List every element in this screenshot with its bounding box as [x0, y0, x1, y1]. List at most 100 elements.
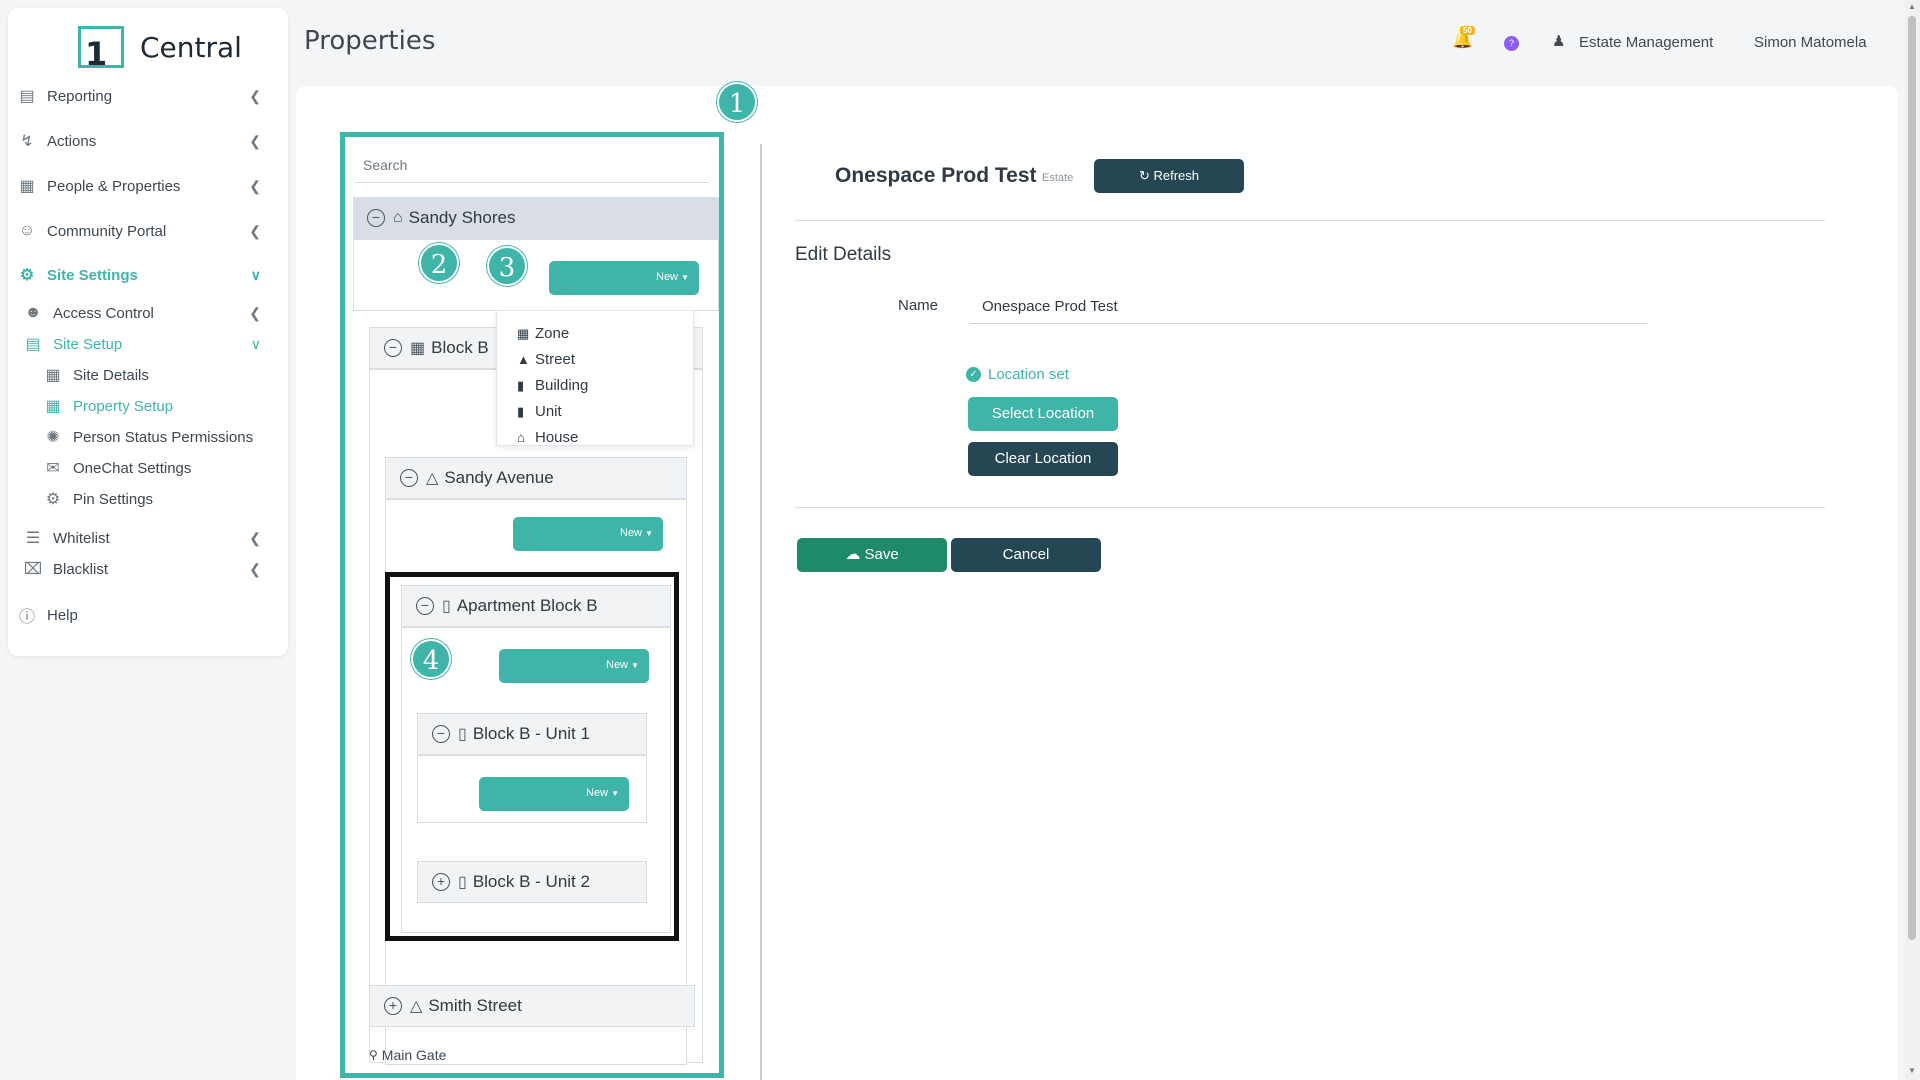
caret-down-icon: ▼ [645, 529, 653, 538]
menu-item-label: House [535, 429, 579, 446]
refresh-button[interactable]: ↻ Refresh [1094, 159, 1244, 193]
scroll-up-icon[interactable]: ▲ [1908, 2, 1916, 11]
check-circle-icon: ✓ [966, 367, 981, 382]
collapse-icon[interactable]: − [367, 209, 385, 227]
refresh-button-label: Refresh [1153, 168, 1200, 183]
sidebar-item-site-setup[interactable]: ▤ Site Setup ∨ [22, 331, 277, 357]
sidebar-item-label: Actions [47, 132, 97, 150]
callout-1: 1 [717, 82, 757, 122]
user-icon: ♟ [1552, 33, 1566, 50]
tree-node-sandy-avenue[interactable]: − △ Sandy Avenue [385, 457, 687, 499]
sidebar-item-label: Help [47, 606, 78, 624]
menu-item-label: Zone [535, 325, 570, 342]
menu-item-street[interactable]: ▲ Street [517, 351, 575, 368]
people-icon: ☺ [18, 222, 36, 239]
sidebar-item-community-portal[interactable]: ☺ Community Portal ❮ [16, 218, 271, 244]
menu-item-unit[interactable]: ▮ Unit [517, 403, 562, 420]
new-button[interactable]: New ▼ [513, 517, 663, 551]
sidebar-item-site-settings[interactable]: ⚙ Site Settings ∨ [16, 262, 271, 288]
sidebar-item-label: Community Portal [47, 222, 167, 240]
scroll-thumb[interactable] [1908, 16, 1916, 940]
sidebar-item-label: Site Setup [53, 335, 123, 353]
refresh-icon: ↻ [1138, 168, 1150, 183]
page-scrollbar[interactable]: ▲ ▼ [1905, 0, 1920, 1080]
site-setup-icon: ▤ [25, 336, 41, 353]
tree-node-sandy-shores[interactable]: − ⌂ Sandy Shores [353, 197, 719, 239]
menu-item-house[interactable]: ⌂ House [517, 429, 578, 446]
building-people-icon: ▦ [19, 178, 35, 195]
zone-icon: ▦ [517, 325, 530, 341]
sidebar-item-reporting[interactable]: ▤ Reporting ❮ [16, 83, 271, 109]
save-button-label: Save [864, 546, 899, 563]
house-icon: ⌂ [517, 430, 525, 445]
chevron-left-icon: ❮ [249, 560, 261, 577]
tree-search-input[interactable]: Search [355, 151, 709, 183]
tree-node-smith-street[interactable]: + △ Smith Street [369, 985, 695, 1027]
sidebar-item-label: Site Settings [47, 266, 138, 284]
chevron-left-icon: ❮ [249, 529, 261, 546]
collapse-icon[interactable]: − [384, 339, 402, 357]
sidebar-item-blacklist[interactable]: ⌧ Blacklist ❮ [22, 556, 277, 582]
blacklist-icon: ⌧ [23, 561, 43, 578]
panel-divider [760, 144, 762, 1080]
estate-management-link[interactable]: Estate Management [1579, 34, 1713, 51]
expand-icon[interactable]: + [384, 997, 402, 1015]
sidebar-item-site-details[interactable]: ▦ Site Details [42, 362, 282, 388]
door-icon: ▮ [517, 403, 525, 419]
person-status-icon: ✺ [46, 429, 60, 446]
sidebar-item-whitelist[interactable]: ☰ Whitelist ❮ [22, 525, 277, 551]
highlight-box [385, 572, 679, 941]
sidebar-item-label: Access Control [53, 304, 154, 322]
sidebar-item-pin-settings[interactable]: ⚙ Pin Settings [42, 486, 282, 512]
save-button[interactable]: ☁ Save [797, 538, 947, 572]
help-badge[interactable]: ? [1504, 36, 1519, 51]
user-name[interactable]: Simon Matomela [1754, 34, 1867, 51]
page-title: Properties [304, 26, 436, 56]
chat-icon: ✉ [46, 460, 60, 477]
menu-item-zone[interactable]: ▦ Zone [517, 325, 569, 342]
sidebar-item-label: Reporting [47, 87, 113, 105]
new-button-label: New [620, 527, 643, 539]
sidebar-item-label: Pin Settings [73, 490, 154, 508]
cloud-upload-icon: ☁ [845, 546, 861, 563]
logo-text: Central [140, 30, 242, 64]
street-icon: △ [426, 470, 439, 487]
gate-icon: ⚲ [369, 1048, 378, 1062]
collapse-icon[interactable]: − [400, 469, 418, 487]
select-location-button[interactable]: Select Location [968, 397, 1118, 431]
zone-icon: ▦ [410, 340, 426, 357]
sidebar-item-actions[interactable]: ↯ Actions ❮ [16, 128, 271, 154]
cancel-button[interactable]: Cancel [951, 538, 1101, 572]
property-title: Onespace Prod Test [835, 164, 1037, 187]
list-icon: ☰ [25, 530, 41, 547]
sidebar-item-access-control[interactable]: ☻ Access Control ❮ [22, 300, 277, 326]
question-circle-icon: ⓘ [18, 609, 35, 626]
menu-item-building[interactable]: ▮ Building [517, 377, 588, 394]
sidebar-item-person-status-permissions[interactable]: ✺ Person Status Permissions [42, 424, 282, 450]
name-input[interactable] [970, 290, 1647, 324]
sidebar-item-people-properties[interactable]: ▦ People & Properties ❮ [16, 173, 271, 199]
menu-item-label: Building [535, 377, 589, 394]
sidebar-item-help[interactable]: ⓘ Help [16, 602, 271, 628]
name-label: Name [898, 297, 939, 314]
logo-mark: 1 [78, 26, 124, 73]
new-dropdown-menu: ▦ Zone ▲ Street ▮ Building ▮ Unit ⌂ Hous… [496, 310, 694, 446]
scroll-down-icon[interactable]: ▼ [1908, 1066, 1916, 1075]
chevron-left-icon: ❮ [249, 177, 261, 194]
logo-number: 1 [85, 35, 108, 73]
buildings-icon: ▦ [45, 367, 61, 384]
property-icon: ▦ [45, 398, 61, 415]
new-button[interactable]: New ▼ [549, 261, 699, 295]
chevron-left-icon: ❮ [249, 132, 261, 149]
clear-location-button[interactable]: Clear Location [968, 442, 1118, 476]
sidebar-item-property-setup[interactable]: ▦ Property Setup [42, 393, 282, 419]
app-logo[interactable]: 1 Central [78, 26, 242, 73]
chevron-down-icon: ∨ [250, 266, 261, 283]
tree-node-label: Block B [431, 338, 489, 357]
tree-node-label: Smith Street [428, 996, 522, 1015]
gear-icon: ⚙ [45, 491, 61, 508]
sidebar-item-onechat-settings[interactable]: ✉ OneChat Settings [42, 455, 282, 481]
new-button-label: New [656, 271, 679, 283]
tree-node-label: Main Gate [381, 1047, 447, 1063]
tree-node-main-gate[interactable]: ⚲ Main Gate [369, 1047, 446, 1063]
